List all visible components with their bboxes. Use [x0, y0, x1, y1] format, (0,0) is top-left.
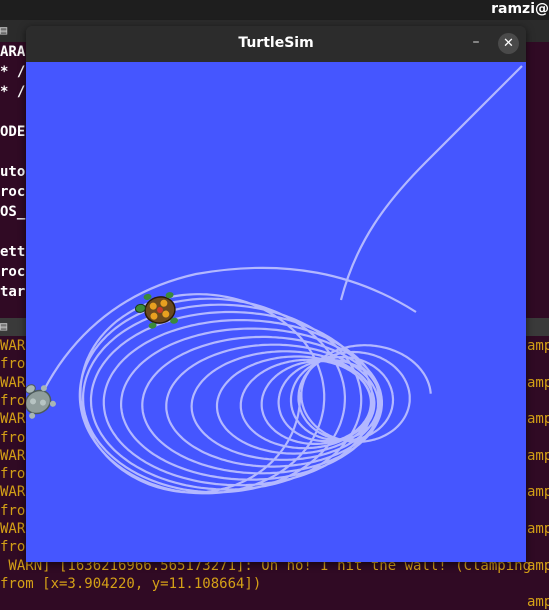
terminal-line: * /	[0, 84, 26, 100]
terminal-line: roc	[0, 264, 26, 280]
turtle-canvas	[26, 62, 526, 562]
terminal-line: tar	[0, 284, 26, 300]
terminal-line: WAR	[0, 447, 26, 464]
terminal-line: from [x=3.904220, y=11.108664])	[0, 575, 262, 592]
terminal-line: WAR	[0, 484, 26, 501]
terminal-line: WAR	[0, 374, 26, 391]
turtle-icon	[26, 384, 56, 419]
terminal-line: roc	[0, 184, 26, 200]
tab-grid-icon[interactable]: ▤	[0, 23, 7, 37]
window-title: TurtleSim	[238, 35, 314, 51]
top-panel: ramzi@	[0, 0, 549, 20]
close-button[interactable]: ✕	[498, 33, 519, 54]
trail-spiral	[78, 293, 432, 495]
terminal-line-fragment: ampi	[527, 374, 549, 391]
tab-grid-icon[interactable]: ▤	[0, 319, 7, 333]
window-titlebar[interactable]: TurtleSim – ✕	[26, 26, 526, 62]
terminal-line: ARA	[0, 44, 26, 60]
terminal-line: uto	[0, 164, 26, 180]
terminal-line-fragment: ampi	[527, 447, 549, 464]
user-menu[interactable]: ramzi@	[491, 1, 549, 17]
terminal-line-fragment: ampi	[527, 557, 549, 574]
terminal-line: WAR	[0, 411, 26, 428]
minimize-button[interactable]: –	[467, 34, 485, 52]
turtle-icon	[134, 292, 179, 329]
trail-drawing	[26, 65, 523, 495]
terminal-line: * /	[0, 64, 26, 80]
terminal-line: OS_	[0, 204, 26, 220]
terminal-line: ett	[0, 244, 26, 260]
terminal-line-fragment: ampi	[527, 521, 549, 537]
terminal-line: WAR	[0, 521, 26, 537]
terminal-line: ODE	[0, 124, 26, 140]
trail-exit-curve	[339, 65, 523, 301]
terminal-line-fragment: ampi	[527, 484, 549, 501]
terminal-line: WAR	[0, 338, 26, 354]
terminal-line-fragment: ampi	[527, 338, 549, 354]
turtle-trail	[37, 65, 523, 495]
terminal-line-fragment: ampi	[527, 411, 549, 428]
turtlesim-window[interactable]: TurtleSim – ✕	[26, 26, 526, 562]
